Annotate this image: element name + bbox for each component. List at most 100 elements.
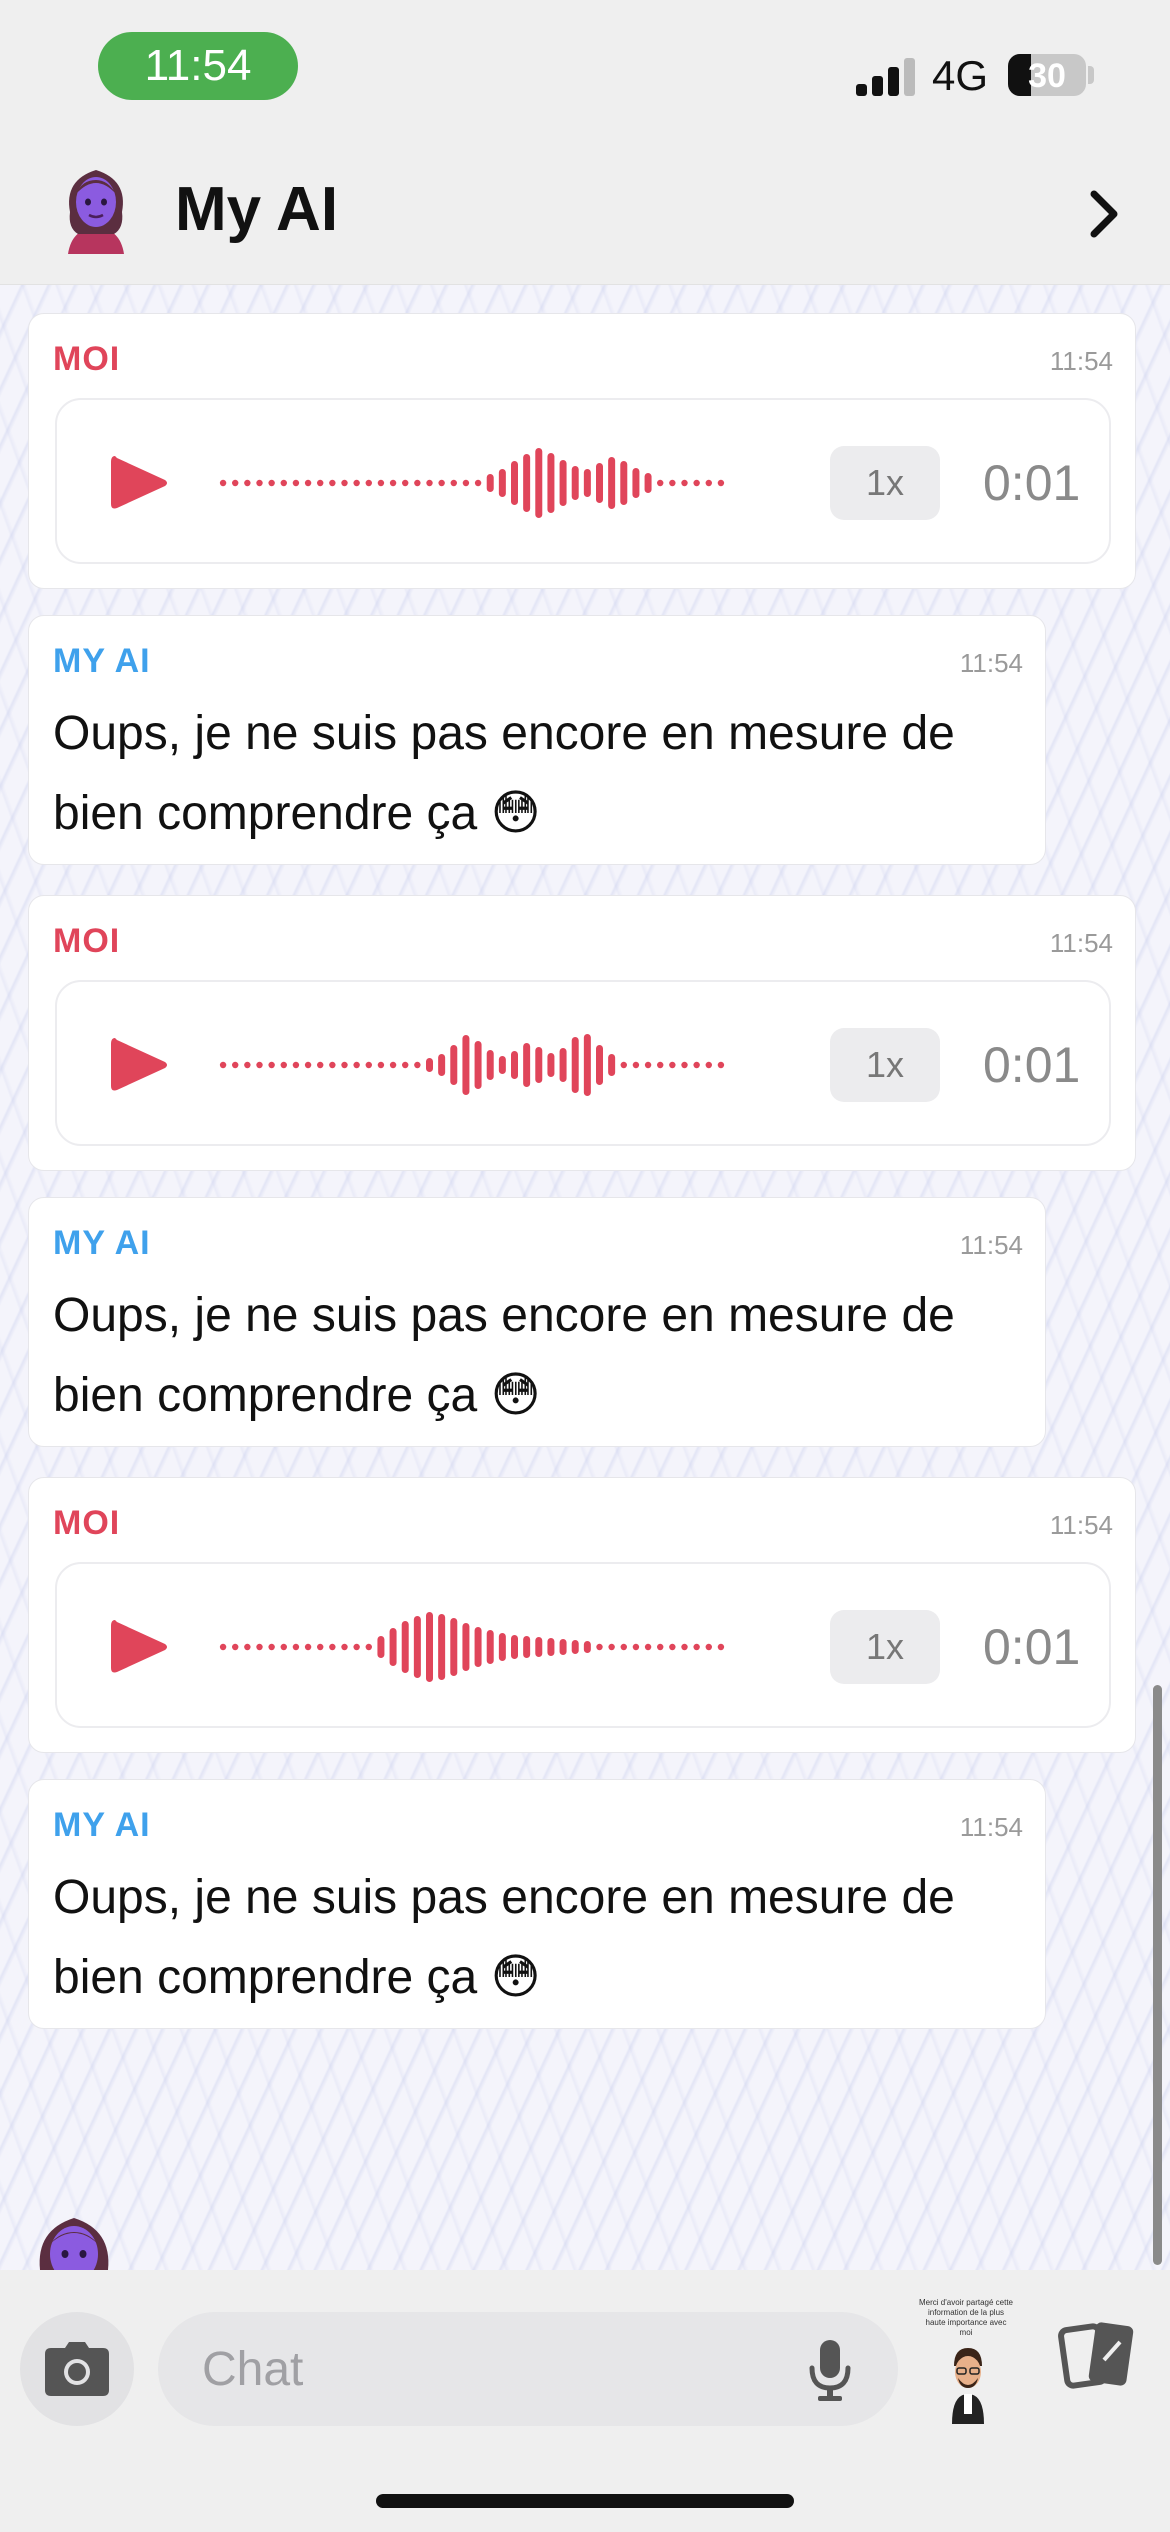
play-icon[interactable] bbox=[105, 1614, 171, 1680]
message-time: 11:54 bbox=[959, 1812, 1023, 1842]
ai-message: MY AI 11:54 Oups, je ne suis pas encore … bbox=[28, 1779, 1046, 2029]
waveform-bar bbox=[462, 1035, 470, 1095]
waveform[interactable] bbox=[217, 1604, 727, 1690]
waveform[interactable] bbox=[217, 440, 727, 526]
waveform-bar bbox=[559, 460, 567, 506]
ai-avatar-icon[interactable] bbox=[32, 2210, 116, 2270]
playback-speed-button[interactable]: 1x bbox=[830, 446, 940, 520]
message-time: 11:54 bbox=[959, 648, 1023, 678]
camera-button[interactable] bbox=[20, 2312, 134, 2426]
voice-duration: 0:01 bbox=[983, 1619, 1081, 1675]
voice-message: MOI 11:54 1x 0:01 bbox=[28, 1477, 1136, 1753]
sender-label: MY AI bbox=[53, 1806, 151, 1844]
sender-label: MOI bbox=[53, 922, 121, 960]
waveform-dot bbox=[377, 479, 385, 487]
bitmoji-avatar-icon[interactable] bbox=[58, 162, 134, 262]
waveform-dot bbox=[705, 479, 712, 487]
playback-speed-button[interactable]: 1x bbox=[830, 1028, 940, 1102]
waveform-bar bbox=[486, 474, 494, 492]
waveform-bar bbox=[511, 1051, 518, 1079]
waveform-dot bbox=[256, 1643, 263, 1651]
waveform-dot bbox=[304, 1643, 312, 1651]
waveform-bar bbox=[620, 461, 628, 505]
waveform-dot bbox=[365, 479, 372, 487]
waveform-dot bbox=[280, 1643, 287, 1651]
chat-input[interactable]: Chat bbox=[158, 2312, 898, 2426]
playback-speed-button[interactable]: 1x bbox=[830, 1610, 940, 1684]
voice-player: 1x 0:01 bbox=[55, 398, 1111, 564]
waveform-dot bbox=[317, 1061, 324, 1069]
waveform-bar bbox=[559, 1048, 567, 1082]
waveform-dot bbox=[256, 479, 263, 487]
waveform-bar bbox=[450, 1618, 458, 1676]
waveform-dot bbox=[414, 1061, 421, 1069]
waveform-bar bbox=[511, 461, 518, 505]
waveform-dot bbox=[317, 479, 324, 487]
waveform-bar bbox=[486, 1050, 494, 1080]
message-time: 11:54 bbox=[1049, 346, 1113, 376]
waveform-dot bbox=[292, 1061, 300, 1069]
waveform-dot bbox=[353, 1061, 360, 1069]
waveform-bar bbox=[596, 463, 603, 503]
waveform-bar bbox=[413, 1616, 421, 1678]
waveform-bar bbox=[523, 1636, 531, 1658]
waveform-bar bbox=[583, 1034, 591, 1096]
home-indicator[interactable] bbox=[376, 2494, 794, 2508]
battery-percent: 30 bbox=[1028, 57, 1066, 95]
waveform-bar bbox=[559, 1639, 567, 1655]
waveform-dot bbox=[365, 1061, 372, 1069]
cards-icon[interactable] bbox=[1058, 2316, 1138, 2396]
waveform-bar bbox=[462, 1623, 470, 1671]
waveform-dot bbox=[657, 1643, 664, 1651]
waveform-bar bbox=[608, 1054, 616, 1076]
sender-label: MY AI bbox=[53, 1224, 151, 1262]
waveform-dot bbox=[414, 479, 421, 487]
waveform-dot bbox=[244, 1643, 251, 1651]
chevron-right-icon[interactable] bbox=[1080, 184, 1130, 244]
waveform-dot bbox=[232, 479, 239, 487]
waveform-bar bbox=[426, 1058, 433, 1072]
microphone-icon[interactable] bbox=[808, 2340, 852, 2402]
waveform-bar bbox=[535, 1637, 543, 1657]
waveform-bar bbox=[498, 469, 506, 497]
waveform-dot bbox=[474, 479, 482, 487]
waveform-dot bbox=[596, 1643, 603, 1651]
waveform[interactable] bbox=[217, 1022, 727, 1108]
sticker-button[interactable]: Merci d'avoir partagé cette information … bbox=[918, 2298, 1014, 2428]
waveform-dot bbox=[402, 1061, 409, 1069]
waveform-dot bbox=[317, 1643, 324, 1651]
play-icon[interactable] bbox=[105, 450, 171, 516]
chat-messages[interactable]: MOI 11:54 1x 0:01 MY AI 11:54 Oups, je n… bbox=[0, 285, 1170, 2270]
waveform-dot bbox=[620, 1643, 627, 1651]
play-icon[interactable] bbox=[105, 1032, 171, 1098]
message-time: 11:54 bbox=[1049, 928, 1113, 958]
waveform-bar bbox=[474, 1041, 482, 1089]
waveform-dot bbox=[693, 479, 700, 487]
waveform-dot bbox=[681, 1643, 688, 1651]
message-time: 11:54 bbox=[959, 1230, 1023, 1260]
waveform-bar bbox=[547, 1638, 555, 1656]
waveform-bar bbox=[571, 1640, 579, 1654]
waveform-dot bbox=[693, 1061, 700, 1069]
waveform-bar bbox=[571, 466, 579, 500]
waveform-dot bbox=[608, 1643, 615, 1651]
waveform-bar bbox=[608, 457, 616, 509]
waveform-bar bbox=[474, 1627, 482, 1667]
waveform-dot bbox=[620, 1061, 627, 1069]
waveform-dot bbox=[705, 1061, 712, 1069]
waveform-dot bbox=[644, 1643, 652, 1651]
waveform-dot bbox=[632, 1061, 640, 1069]
input-bar: Chat Merci d'avoir partagé cette informa… bbox=[0, 2270, 1170, 2532]
waveform-dot bbox=[244, 479, 251, 487]
waveform-bar bbox=[389, 1628, 397, 1666]
scrollbar[interactable] bbox=[1153, 1685, 1162, 2265]
voice-message: MOI 11:54 1x 0:01 bbox=[28, 895, 1136, 1171]
network-type: 4G bbox=[932, 52, 989, 99]
ai-message: MY AI 11:54 Oups, je ne suis pas encore … bbox=[28, 1197, 1046, 1447]
waveform-bar bbox=[498, 1633, 506, 1661]
waveform-bar bbox=[511, 1635, 518, 1659]
waveform-bar bbox=[523, 1043, 531, 1087]
waveform-dot bbox=[693, 1643, 700, 1651]
waveform-dot bbox=[304, 479, 312, 487]
waveform-bar bbox=[438, 1054, 446, 1076]
